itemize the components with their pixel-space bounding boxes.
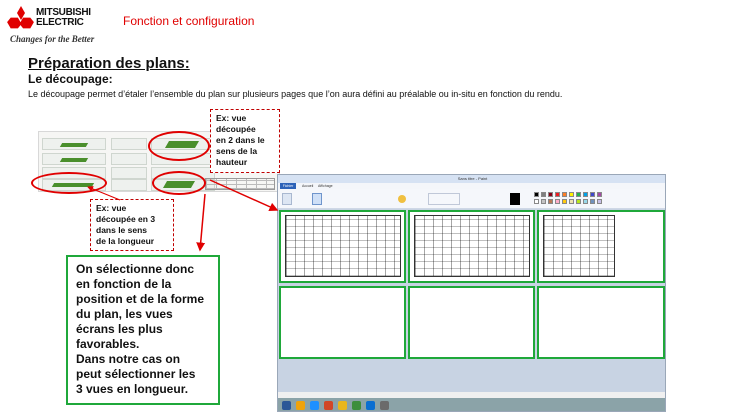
callout-line: Ex: vue — [96, 203, 127, 213]
brush-icon — [398, 195, 406, 203]
palette-color — [597, 199, 602, 204]
callout-line: découpée — [216, 124, 256, 134]
palette-color — [534, 192, 539, 197]
mitsubishi-logo: MITSUBISHI ELECTRIC Changes for the Bett… — [6, 4, 116, 50]
palette-color — [555, 192, 560, 197]
palette-color — [583, 199, 588, 204]
paste-icon — [282, 193, 292, 205]
selection-explanation-box: On sélectionne donc en fonction de la po… — [66, 255, 220, 405]
highlight-ellipse-horizontal-right — [152, 171, 206, 195]
palette-color — [590, 192, 595, 197]
taskbar-app-icon — [366, 401, 375, 410]
floor-plan-image — [543, 215, 615, 277]
explanation-line: peut sélectionner les — [76, 367, 196, 381]
paint-window-screenshot: Sans titre - Paint Accueil Affichage Fic… — [277, 174, 666, 412]
taskbar-app-icon — [380, 401, 389, 410]
callout-line: découpée en 3 — [96, 214, 156, 224]
callout-line: en 2 dans le — [216, 135, 265, 145]
palette-color — [569, 199, 574, 204]
select-icon — [312, 193, 322, 205]
table-cell — [111, 167, 147, 179]
view-frame-top-middle — [408, 210, 535, 283]
view-frame-top-right — [537, 210, 665, 283]
page-description: Le découpage permet d’étaler l’ensemble … — [28, 89, 563, 99]
callout-line: hauteur — [216, 157, 248, 167]
color1-swatch — [510, 193, 520, 205]
callout-vertical-split: Ex: vue découpée en 2 dans le sens de la… — [210, 109, 280, 173]
paint-titlebar: Sans titre - Paint — [278, 175, 665, 183]
section-title: Fonction et configuration — [123, 14, 255, 28]
view-frame-bottom-middle — [408, 286, 535, 359]
palette-color — [548, 192, 553, 197]
callout-line: sens de la — [216, 146, 258, 156]
palette-color — [590, 199, 595, 204]
explanation-line: position et de la forme — [76, 292, 205, 306]
palette-color — [562, 192, 567, 197]
palette-color — [562, 199, 567, 204]
palette-color — [541, 192, 546, 197]
palette-color — [583, 192, 588, 197]
split-preview-grid — [205, 178, 275, 190]
view-shape-swatch — [59, 143, 89, 147]
taskbar-app-icon — [352, 401, 361, 410]
paint-ribbon — [278, 189, 665, 209]
highlight-ellipse-horizontal-left — [31, 172, 107, 194]
page-title: Préparation des plans: — [28, 55, 190, 72]
palette-color — [541, 199, 546, 204]
taskbar-app-icon — [296, 401, 305, 410]
windows-taskbar — [278, 398, 665, 411]
start-icon — [282, 401, 291, 410]
palette-color — [597, 192, 602, 197]
table-cell — [111, 179, 147, 191]
explanation-line: écrans les plus — [76, 322, 163, 336]
brand-name-line2: ELECTRIC — [36, 17, 84, 28]
callout-line: dans le sens — [96, 225, 148, 235]
taskbar-app-icon — [324, 401, 333, 410]
view-frame-bottom-right — [537, 286, 665, 359]
palette-color — [548, 199, 553, 204]
palette-color — [555, 199, 560, 204]
explanation-line: du plan, les vues — [76, 307, 173, 321]
highlight-ellipse-vertical — [148, 131, 210, 161]
palette-color — [569, 192, 574, 197]
explanation-line: en fonction de la — [76, 277, 172, 291]
callout-line: Ex: vue — [216, 113, 247, 123]
callout-line: de la longueur — [96, 236, 155, 246]
table-cell — [111, 138, 147, 150]
paint-canvas-area — [278, 209, 665, 392]
explanation-line: 3 vues en longueur. — [76, 382, 189, 396]
floor-plan-image — [285, 215, 401, 277]
taskbar-app-icon — [310, 401, 319, 410]
palette-color — [576, 192, 581, 197]
brand-tagline: Changes for the Better — [10, 34, 95, 44]
explanation-line: favorables. — [76, 337, 140, 351]
palette-color — [576, 199, 581, 204]
mitsubishi-diamond-logo-icon — [7, 6, 34, 29]
palette-color — [534, 199, 539, 204]
page-subtitle: Le découpage: — [28, 72, 113, 86]
arrow-to-explanation — [196, 193, 206, 252]
explanation-line: On sélectionne donc — [76, 262, 195, 276]
floor-plan-image — [414, 215, 530, 277]
view-frame-top-left — [279, 210, 406, 283]
explanation-line: Dans notre cas on — [76, 352, 181, 366]
shapes-gallery — [428, 193, 460, 205]
view-shape-swatch — [59, 158, 89, 162]
taskbar-app-icon — [338, 401, 347, 410]
callout-horizontal-split: Ex: vue découpée en 3 dans le sens de la… — [90, 199, 174, 251]
table-cell — [111, 153, 147, 165]
view-frame-bottom-left — [279, 286, 406, 359]
